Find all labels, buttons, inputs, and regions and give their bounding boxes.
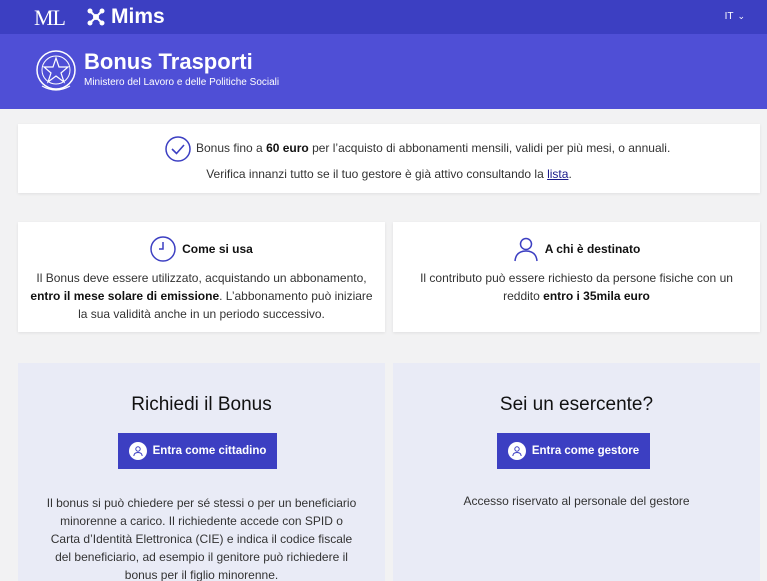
network-nodes-icon [87,8,105,26]
ministry-logo[interactable]: ML [34,5,66,31]
enter-as-manager-label: Entra come gestore [531,445,640,457]
page-subtitle: Ministero del Lavoro e delle Politiche S… [84,77,280,88]
chevron-down-icon: ⌄ [737,11,745,21]
person-icon [513,237,538,262]
intro-text-part: Bonus fino a [196,141,267,155]
intro-text: Bonus fino a 60 euro per l’acquisto di a… [196,141,670,155]
clock-icon [150,236,176,262]
request-bonus-box: Richiedi il Bonus Entra come cittadino I… [18,363,385,581]
how-to-use-card: Come si usa Il Bonus deve essere utilizz… [18,222,385,332]
enter-as-citizen-label: Entra come cittadino [152,445,267,457]
bonus-amount: 60 euro [266,141,309,155]
user-avatar-icon [507,442,526,460]
enter-as-citizen-button[interactable]: Entra come cittadino [118,433,277,469]
enter-as-manager-button[interactable]: Entra come gestore [497,433,650,469]
income-limit: entro i 35mila euro [543,289,650,303]
merchant-box: Sei un esercente? Entra come gestore Acc… [393,363,760,581]
user-avatar-icon [128,442,147,460]
verify-text-part: . [568,167,572,181]
merchant-title: Sei un esercente? [499,394,654,415]
merchant-text: Accesso riservato al personale del gesto… [463,494,690,508]
page-title: Bonus Trasporti [84,49,253,74]
how-to-use-heading: Come si usa [18,236,385,262]
check-circle-icon [165,136,191,162]
intro-text-part: per l’acquisto di abbonamenti mensili, v… [308,141,671,155]
verify-text: Verifica innanzi tutto se il tuo gestore… [18,167,760,181]
target-title: A chi è destinato [544,242,641,256]
top-bar: ML Mims IT ⌄ [0,0,767,34]
mims-brand[interactable]: Mims [86,5,165,29]
intro-card: Bonus fino a 60 euro per l’acquisto di a… [18,124,760,193]
how-to-use-text: Il Bonus deve essere utilizzato, acquist… [28,269,375,323]
how-to-use-title: Come si usa [182,242,253,256]
request-bonus-text: Il bonus si può chiedere per sé stessi o… [46,496,357,581]
how-text-bold: entro il mese solare di emissione [30,289,220,303]
verify-text-part: Verifica innanzi tutto se il tuo gestore… [206,167,548,181]
language-selector[interactable]: IT ⌄ [725,11,745,22]
list-link[interactable]: lista [547,167,568,181]
target-text: Il contributo può essere richiesto da pe… [403,269,750,305]
how-text-part: Il Bonus deve essere utilizzato, acquist… [36,271,367,285]
italian-republic-emblem-icon [36,50,76,91]
brand-name: Mims [111,5,165,28]
target-card: A chi è destinato Il contributo può esse… [393,222,760,332]
page-header: Bonus Trasporti Ministero del Lavoro e d… [0,34,767,109]
request-bonus-title: Richiedi il Bonus [131,394,272,415]
target-heading: A chi è destinato [393,236,760,262]
language-label: IT [724,11,734,22]
